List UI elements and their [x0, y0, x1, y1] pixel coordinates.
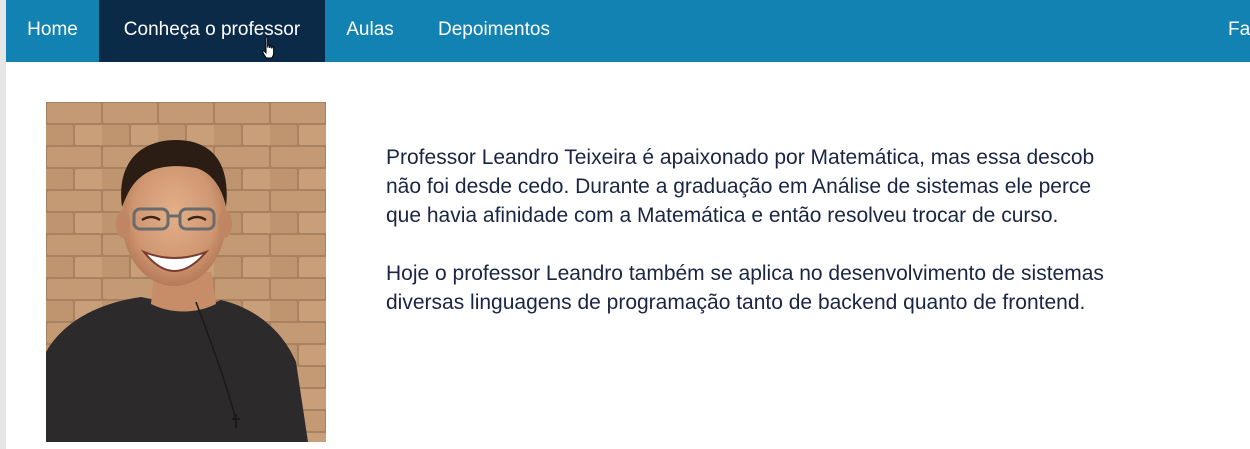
left-border [0, 0, 6, 449]
nav-item-aulas[interactable]: Aulas [325, 0, 415, 62]
professor-photo [46, 102, 326, 442]
nav-item-conheca-o-professor[interactable]: Conheça o professor [99, 0, 325, 62]
bio-paragraph-1: Professor Leandro Teixeira é apaixonado … [386, 146, 1095, 227]
top-navbar: Home Conheça o professor Aulas Depoiment… [6, 0, 1250, 62]
nav-item-depoimentos[interactable]: Depoimentos [415, 0, 573, 62]
hand-pointer-cursor-icon [262, 36, 275, 59]
bio-paragraph-2: Hoje o professor Leandro também se aplic… [386, 262, 1104, 314]
professor-bio: Professor Leandro Teixeira é apaixonado … [386, 143, 1250, 317]
page: Home Conheça o professor Aulas Depoiment… [0, 0, 1250, 449]
nav-item-right-truncated[interactable]: Fa [1228, 0, 1250, 62]
nav-item-home[interactable]: Home [6, 0, 99, 62]
